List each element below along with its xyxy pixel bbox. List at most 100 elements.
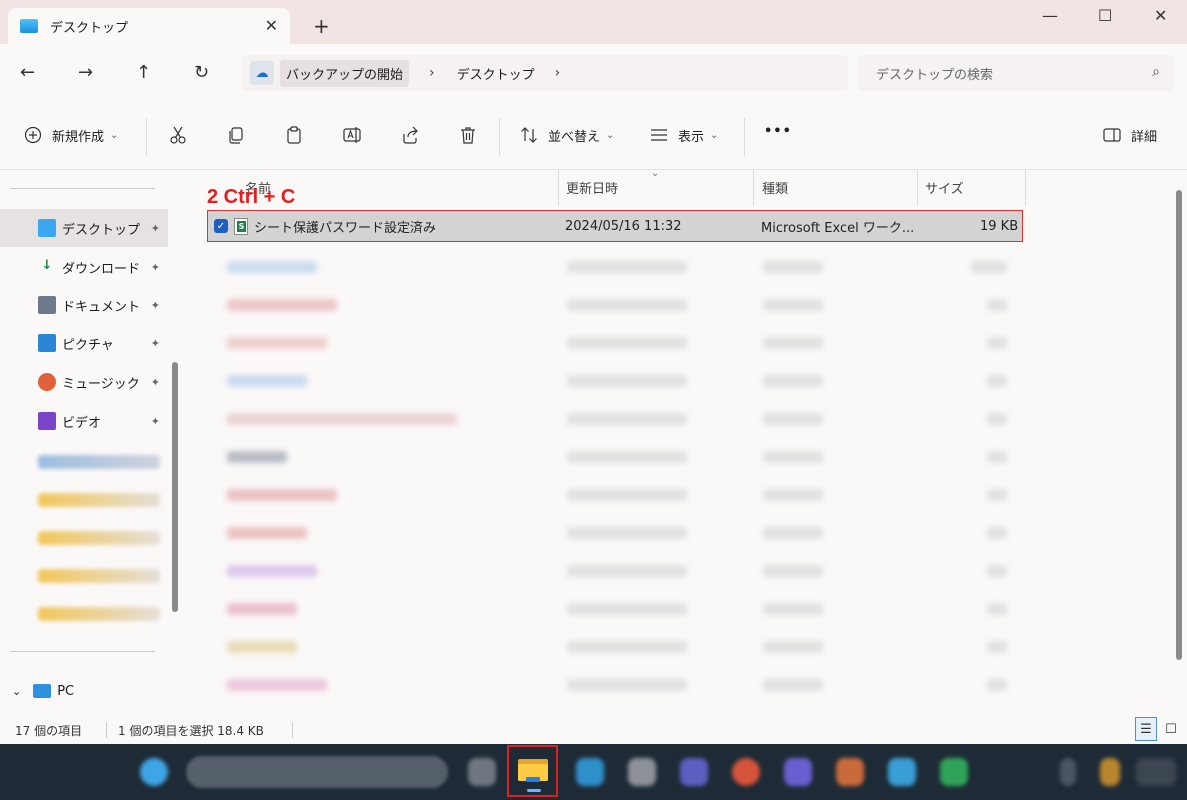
chevron-right-icon[interactable]: › — [555, 65, 561, 81]
view-list-icon — [648, 124, 670, 146]
refresh-button[interactable]: ↻ — [194, 62, 209, 83]
taskbar-app-icon[interactable] — [940, 758, 968, 786]
copy-button[interactable] — [225, 124, 255, 146]
breadcrumb-backup[interactable]: バックアップの開始 — [280, 59, 410, 87]
tab-desktop[interactable]: デスクトップ ✕ — [8, 8, 290, 44]
excel-file-icon — [234, 217, 248, 235]
start-icon[interactable] — [140, 758, 168, 786]
blurred-sidebar-item[interactable] — [38, 455, 160, 469]
pin-icon[interactable]: ✦ — [151, 376, 160, 389]
forward-button[interactable]: → — [78, 62, 93, 83]
music-icon — [38, 373, 56, 391]
sort-icon — [518, 124, 540, 146]
sidebar-item-pictures[interactable]: ピクチャ ✦ — [0, 324, 168, 362]
navigation-bar: ← → ↑ ↻ ☁ バックアップの開始 › デスクトップ › デスクトップの検索… — [0, 44, 1187, 102]
taskbar-search[interactable] — [186, 756, 448, 788]
edge-icon[interactable] — [576, 758, 604, 786]
delete-button[interactable] — [457, 124, 487, 146]
share-button[interactable] — [399, 124, 429, 146]
new-tab-button[interactable]: + — [313, 14, 330, 38]
tray-chevron-icon[interactable] — [1060, 758, 1076, 786]
pin-icon[interactable]: ✦ — [151, 337, 160, 350]
column-header-type[interactable]: 種類 — [762, 178, 788, 197]
details-pane-button[interactable]: 詳細 — [1101, 124, 1157, 146]
more-options-button[interactable]: ••• — [764, 124, 792, 139]
cloud-backup-icon[interactable]: ☁ — [250, 61, 274, 85]
toolbar-divider — [744, 118, 745, 156]
sidebar-scrollbar[interactable] — [172, 362, 178, 612]
trash-icon — [457, 124, 479, 146]
file-list-scrollbar[interactable] — [1176, 190, 1182, 660]
chevron-right-icon[interactable]: › — [429, 65, 435, 81]
column-divider[interactable] — [753, 170, 754, 206]
search-input[interactable]: デスクトップの検索 ⌕ — [858, 55, 1174, 91]
pin-icon[interactable]: ✦ — [151, 222, 160, 235]
rename-icon — [341, 124, 363, 146]
new-button[interactable]: 新規作成 ⌄ — [22, 124, 118, 146]
address-bar[interactable]: ☁ バックアップの開始 › デスクトップ › — [242, 55, 848, 91]
chevron-down-icon: ⌄ — [110, 129, 119, 141]
minimize-button[interactable]: — — [1042, 6, 1058, 25]
task-view-icon[interactable] — [468, 758, 496, 786]
sidebar-item-pc[interactable]: ⌄ PC — [0, 672, 168, 710]
view-button[interactable]: 表示 ⌄ — [648, 124, 718, 146]
blurred-sidebar-item[interactable] — [38, 493, 160, 507]
breadcrumb-desktop[interactable]: デスクトップ — [457, 64, 535, 83]
maximize-button[interactable]: ☐ — [1098, 6, 1112, 25]
sidebar-item-label: ピクチャ — [62, 337, 114, 353]
sidebar-item-videos[interactable]: ビデオ ✦ — [0, 402, 168, 440]
column-divider[interactable] — [917, 170, 918, 206]
column-header-size[interactable]: サイズ — [925, 178, 964, 197]
tray-icon[interactable] — [1100, 758, 1120, 786]
taskbar-app-icon[interactable] — [628, 758, 656, 786]
tiles-view-button[interactable]: ☐ — [1160, 717, 1182, 741]
column-header-modified[interactable]: 更新日時 — [566, 178, 618, 197]
file-type: Microsoft Excel ワーク... — [761, 220, 915, 236]
taskbar-app-icon[interactable] — [888, 758, 916, 786]
column-divider[interactable] — [558, 170, 559, 206]
taskbar-app-icon[interactable] — [784, 758, 812, 786]
sort-button[interactable]: 並べ替え ⌄ — [518, 124, 614, 146]
active-indicator — [527, 789, 541, 792]
close-window-button[interactable]: ✕ — [1154, 6, 1167, 25]
clipboard-icon — [283, 124, 305, 146]
taskbar-app-icon[interactable] — [680, 758, 708, 786]
tab-close-icon[interactable]: ✕ — [265, 16, 278, 35]
table-row-selected[interactable]: ✓ シート保護パスワード設定済み 2024/05/16 11:32 Micros… — [207, 210, 1023, 242]
paste-button[interactable] — [283, 124, 313, 146]
blurred-sidebar-item[interactable] — [38, 607, 160, 621]
taskbar-app-icon[interactable] — [836, 758, 864, 786]
pin-icon[interactable]: ✦ — [151, 261, 160, 274]
plus-circle-icon — [22, 124, 44, 146]
up-button[interactable]: ↑ — [136, 62, 151, 83]
sidebar-item-label: PC — [57, 683, 75, 699]
selection-info: 1 個の項目を選択 18.4 KB — [118, 724, 264, 738]
pin-icon[interactable]: ✦ — [151, 299, 160, 312]
picture-icon — [38, 334, 56, 352]
file-name: シート保護パスワード設定済み — [254, 220, 437, 236]
chrome-icon[interactable] — [732, 758, 760, 786]
tray-icons[interactable] — [1136, 758, 1176, 786]
document-icon — [38, 296, 56, 314]
sidebar-item-documents[interactable]: ドキュメント ✦ — [0, 286, 168, 324]
blurred-sidebar-item[interactable] — [38, 569, 160, 583]
back-button[interactable]: ← — [20, 62, 35, 83]
sort-label: 並べ替え — [548, 129, 601, 145]
cut-button[interactable] — [167, 124, 197, 146]
blurred-sidebar-item[interactable] — [38, 531, 160, 545]
pin-icon[interactable]: ✦ — [151, 415, 160, 428]
video-icon — [38, 412, 56, 430]
details-view-button[interactable]: ☰ — [1135, 717, 1157, 741]
sidebar-item-desktop[interactable]: デスクトップ ✦ — [0, 209, 168, 247]
chevron-down-icon[interactable]: ⌄ — [12, 685, 21, 698]
status-divider — [106, 722, 107, 738]
sidebar-item-music[interactable]: ミュージック ✦ — [0, 363, 168, 401]
rename-button[interactable] — [341, 124, 371, 146]
file-explorer-taskbar-button[interactable] — [507, 745, 558, 797]
sidebar-item-downloads[interactable]: ↓ ダウンロード ✦ — [0, 248, 168, 286]
checkbox-checked-icon[interactable]: ✓ — [214, 219, 228, 233]
download-icon: ↓ — [41, 258, 53, 273]
pc-icon — [33, 684, 52, 698]
column-divider[interactable] — [1025, 170, 1026, 206]
toolbar-divider — [146, 118, 147, 156]
